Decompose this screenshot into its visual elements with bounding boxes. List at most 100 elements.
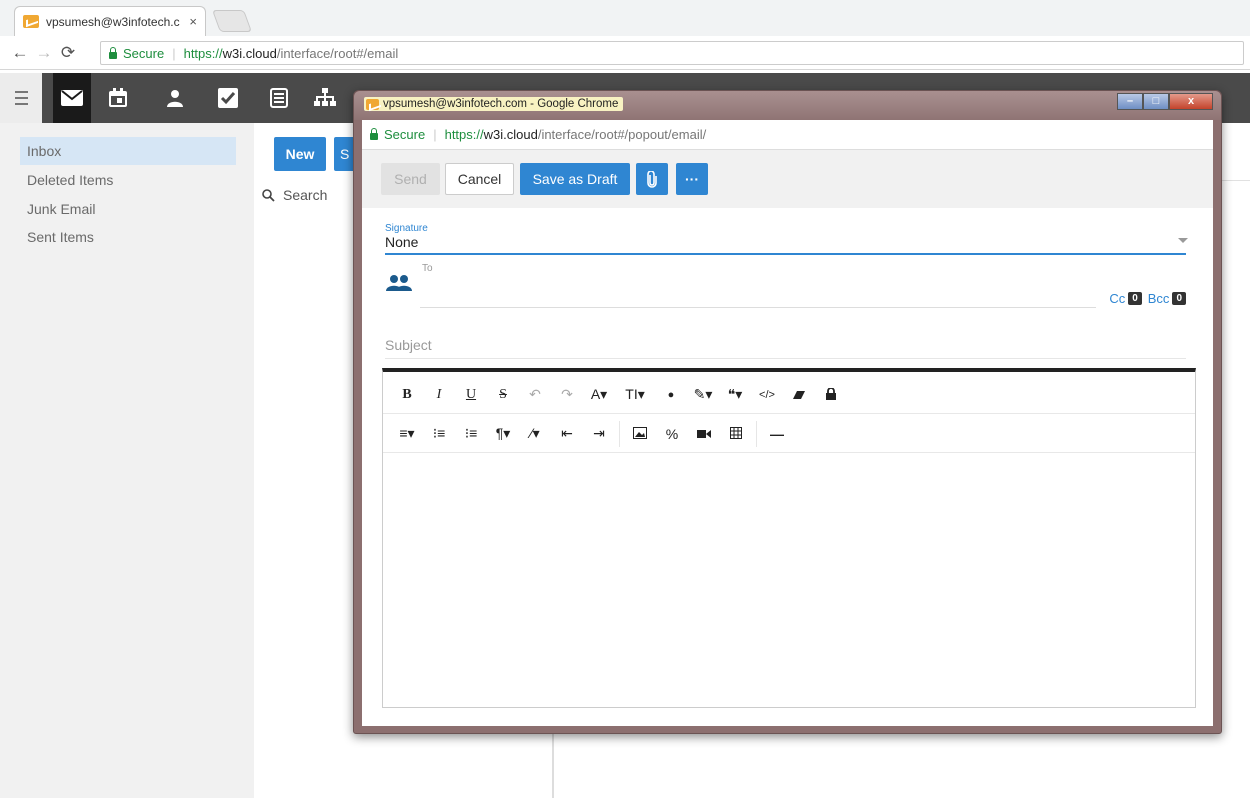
image-icon[interactable] bbox=[624, 426, 656, 442]
popup-title: vpsumesh@w3infotech.com - Google Chrome bbox=[364, 97, 624, 111]
popup-url-bar[interactable]: Secure | https:// w3i.cloud /interface/r… bbox=[362, 120, 1213, 150]
to-input[interactable] bbox=[420, 307, 1096, 308]
indent-icon[interactable]: ⇥ bbox=[583, 425, 615, 442]
horizontal-rule-icon[interactable]: — bbox=[761, 426, 793, 442]
tab-close-icon[interactable]: × bbox=[189, 14, 197, 29]
bold-button[interactable]: B bbox=[391, 387, 423, 403]
url-scheme: https:// bbox=[444, 127, 484, 142]
url-input[interactable]: Secure | https:// w3i.cloud /interface/r… bbox=[100, 41, 1244, 65]
search-icon bbox=[262, 188, 275, 202]
unordered-list-icon[interactable]: ⁝≡ bbox=[455, 425, 487, 442]
dropdown-caret-icon[interactable] bbox=[1178, 238, 1188, 243]
undo-icon[interactable]: ↶ bbox=[519, 386, 551, 403]
italic-button[interactable]: I bbox=[423, 387, 455, 403]
subject-input[interactable]: Subject bbox=[385, 337, 1186, 359]
secure-label: Secure bbox=[123, 45, 165, 61]
compose-popup-window: vpsumesh@w3infotech.com - Google Chrome … bbox=[353, 90, 1222, 734]
font-family-dropdown[interactable]: A▾ bbox=[583, 386, 615, 403]
outdent-icon[interactable]: ⇤ bbox=[551, 425, 583, 442]
url-path: /interface/root#/email bbox=[276, 45, 399, 61]
menu-icon[interactable] bbox=[0, 73, 42, 123]
lock-icon bbox=[370, 128, 378, 140]
bcc-count-badge: 0 bbox=[1172, 292, 1186, 305]
send-button[interactable]: Send bbox=[381, 163, 440, 195]
org-chart-icon[interactable] bbox=[306, 73, 344, 123]
strikethrough-button[interactable]: S bbox=[487, 387, 519, 403]
cc-label[interactable]: Cc bbox=[1109, 291, 1125, 306]
mail-favicon-icon bbox=[23, 15, 39, 28]
notes-icon[interactable] bbox=[260, 73, 298, 123]
paragraph-dropdown-icon[interactable]: ¶▾ bbox=[487, 425, 519, 442]
url-host: w3i.cloud bbox=[483, 127, 538, 142]
popup-titlebar[interactable]: vpsumesh@w3infotech.com - Google Chrome … bbox=[354, 91, 1221, 120]
forward-arrow-icon[interactable]: → bbox=[32, 43, 56, 63]
lock-icon bbox=[109, 46, 117, 59]
contacts-icon[interactable] bbox=[156, 73, 194, 123]
new-tab-button[interactable] bbox=[211, 10, 253, 32]
folder-inbox[interactable]: Inbox bbox=[20, 137, 236, 165]
link-icon[interactable]: % bbox=[656, 426, 688, 442]
rich-text-editor: B I U S ↶ ↷ A▾ TI▾ ● ✎▾ ❝▾ </> ≡▾ ⁝≡ ⁝≡ … bbox=[382, 368, 1196, 708]
attach-button[interactable] bbox=[636, 163, 668, 195]
mail-icon[interactable] bbox=[53, 73, 91, 123]
quote-icon[interactable]: ❝▾ bbox=[719, 386, 751, 403]
window-controls: – □ x bbox=[1117, 93, 1213, 110]
font-size-dropdown[interactable]: TI▾ bbox=[615, 386, 655, 403]
url-separator: | bbox=[433, 127, 437, 142]
editor-toolbar-row2: ≡▾ ⁝≡ ⁝≡ ¶▾ ⁄▾ ⇤ ⇥ % — bbox=[383, 415, 1195, 453]
compose-form: Send Cancel Save as Draft ··· Signature … bbox=[362, 150, 1213, 726]
search-placeholder: Search bbox=[283, 187, 328, 203]
cancel-button[interactable]: Cancel bbox=[445, 163, 514, 195]
contacts-picker-icon[interactable] bbox=[386, 274, 412, 297]
close-window-button[interactable]: x bbox=[1169, 93, 1213, 110]
code-icon[interactable]: </> bbox=[751, 389, 783, 401]
secure-label: Secure bbox=[384, 127, 426, 142]
underline-button[interactable]: U bbox=[455, 387, 487, 403]
browser-tabstrip: vpsumesh@w3infotech.c × bbox=[0, 0, 1250, 36]
folder-deleted-items[interactable]: Deleted Items bbox=[20, 166, 236, 194]
eraser-icon[interactable] bbox=[783, 387, 815, 403]
minimize-button[interactable]: – bbox=[1117, 93, 1143, 110]
url-path: /interface/root#/popout/email/ bbox=[537, 127, 707, 142]
maximize-button[interactable]: □ bbox=[1143, 93, 1169, 110]
url-scheme: https:// bbox=[183, 45, 223, 61]
mail-favicon-icon bbox=[366, 98, 379, 110]
tab-title: vpsumesh@w3infotech.c bbox=[46, 14, 180, 29]
to-label: To bbox=[422, 263, 433, 274]
browser-tab[interactable]: vpsumesh@w3infotech.c × bbox=[14, 6, 206, 36]
compose-toolbar: Send Cancel Save as Draft ··· bbox=[362, 150, 1213, 208]
cc-bcc-toggle[interactable]: Cc 0 Bcc 0 bbox=[1109, 291, 1189, 306]
browser-addressbar: ← → ⟳ Secure | https:// w3i.cloud /inter… bbox=[0, 36, 1250, 70]
paperclip-icon bbox=[647, 170, 657, 188]
more-options-button[interactable]: ··· bbox=[676, 163, 708, 195]
signature-select[interactable]: None bbox=[385, 234, 418, 250]
back-arrow-icon[interactable]: ← bbox=[8, 43, 32, 63]
tasks-icon[interactable] bbox=[209, 73, 247, 123]
lock-icon[interactable] bbox=[815, 386, 847, 403]
ordered-list-icon[interactable]: ⁝≡ bbox=[423, 425, 455, 442]
table-icon[interactable] bbox=[720, 426, 752, 442]
calendar-icon[interactable] bbox=[99, 73, 137, 123]
video-icon[interactable] bbox=[688, 426, 720, 442]
folder-sent-items[interactable]: Sent Items bbox=[20, 223, 236, 251]
text-color-icon[interactable]: ● bbox=[655, 389, 687, 401]
redo-icon[interactable]: ↷ bbox=[551, 386, 583, 403]
popup-window-title: vpsumesh@w3infotech.com - Google Chrome bbox=[383, 98, 619, 110]
url-separator: | bbox=[172, 45, 176, 61]
highlight-brush-icon[interactable]: ✎▾ bbox=[687, 386, 719, 403]
search-input[interactable]: Search bbox=[262, 187, 327, 203]
url-host: w3i.cloud bbox=[222, 45, 277, 61]
signature-underline bbox=[385, 253, 1186, 255]
folder-sidebar: Inbox Deleted Items Junk Email Sent Item… bbox=[0, 123, 254, 798]
cc-count-badge: 0 bbox=[1128, 292, 1142, 305]
toolbar-divider bbox=[756, 420, 757, 447]
toolbar-divider bbox=[619, 420, 620, 447]
reload-icon[interactable]: ⟳ bbox=[56, 43, 80, 63]
align-dropdown-icon[interactable]: ≡▾ bbox=[391, 425, 423, 442]
bcc-label[interactable]: Bcc bbox=[1148, 291, 1170, 306]
magic-wand-dropdown-icon[interactable]: ⁄▾ bbox=[519, 425, 551, 442]
save-draft-button[interactable]: Save as Draft bbox=[520, 163, 630, 195]
new-button[interactable]: New bbox=[274, 137, 326, 171]
folder-junk-email[interactable]: Junk Email bbox=[20, 195, 236, 223]
editor-content-area[interactable] bbox=[383, 456, 1195, 708]
